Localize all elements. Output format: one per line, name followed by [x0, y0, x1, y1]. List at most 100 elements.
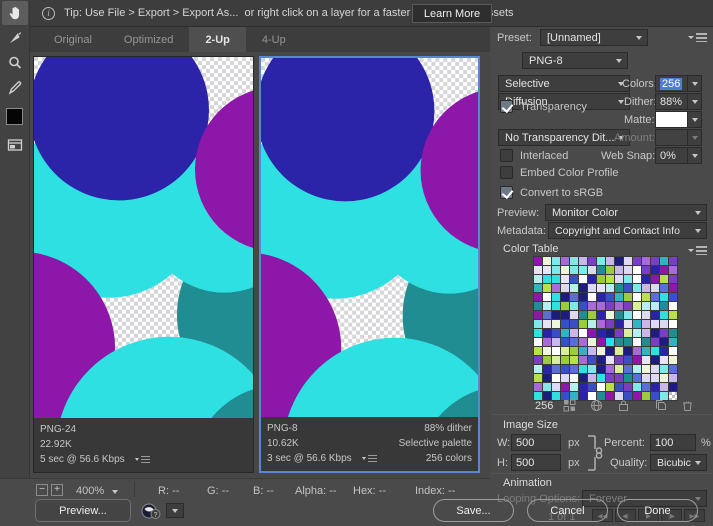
- color-swatch[interactable]: [615, 329, 623, 337]
- color-swatch[interactable]: [534, 311, 542, 319]
- color-swatch[interactable]: [570, 257, 578, 265]
- format-select[interactable]: PNG-8: [522, 52, 628, 69]
- color-swatch[interactable]: [552, 383, 560, 391]
- browser-select-dropdown[interactable]: [166, 503, 184, 518]
- color-swatch[interactable]: [534, 374, 542, 382]
- color-swatch[interactable]: [651, 266, 659, 274]
- color-swatch[interactable]: [615, 356, 623, 364]
- color-swatch[interactable]: [660, 338, 668, 346]
- color-swatch[interactable]: [624, 284, 632, 292]
- color-swatch[interactable]: [570, 293, 578, 301]
- color-swatch[interactable]: [624, 293, 632, 301]
- color-swatch[interactable]: [651, 374, 659, 382]
- color-swatch[interactable]: [561, 356, 569, 364]
- delete-color-icon[interactable]: [681, 399, 694, 415]
- color-swatch[interactable]: [543, 266, 551, 274]
- dither-algorithm-icon[interactable]: [563, 399, 576, 415]
- color-swatch[interactable]: [543, 329, 551, 337]
- color-swatch[interactable]: [579, 356, 587, 364]
- color-swatch[interactable]: [633, 374, 641, 382]
- color-swatch[interactable]: [561, 257, 569, 265]
- websnap-stepper[interactable]: [688, 147, 702, 164]
- color-swatch[interactable]: [597, 293, 605, 301]
- transparency-checkbox[interactable]: [500, 100, 513, 113]
- color-swatch[interactable]: [615, 311, 623, 319]
- color-swatch[interactable]: [651, 293, 659, 301]
- color-swatch[interactable]: [606, 347, 614, 355]
- color-swatch[interactable]: [543, 302, 551, 310]
- speed-menu-icon[interactable]: [134, 455, 150, 463]
- color-swatch[interactable]: [633, 284, 641, 292]
- color-swatch[interactable]: [633, 257, 641, 265]
- color-swatch[interactable]: [570, 302, 578, 310]
- color-swatch[interactable]: [642, 374, 650, 382]
- dither-stepper[interactable]: [688, 93, 702, 110]
- preview-pane-optimized[interactable]: PNG-8 10.62K 3 sec @ 56.6 Kbps 88% dithe…: [259, 56, 480, 473]
- color-swatch[interactable]: [660, 266, 668, 274]
- color-swatch[interactable]: [660, 257, 668, 265]
- color-swatch[interactable]: [615, 275, 623, 283]
- color-swatch[interactable]: [669, 374, 677, 382]
- color-swatch[interactable]: [606, 383, 614, 391]
- color-swatch[interactable]: [642, 329, 650, 337]
- color-swatch[interactable]: [570, 329, 578, 337]
- dither-combo[interactable]: 88%: [655, 93, 702, 110]
- color-swatch[interactable]: [552, 302, 560, 310]
- link-dimensions-icon[interactable]: [586, 434, 604, 475]
- color-swatch[interactable]: [660, 320, 668, 328]
- color-swatch[interactable]: [669, 320, 677, 328]
- color-swatch[interactable]: [606, 365, 614, 373]
- color-swatch[interactable]: [606, 356, 614, 364]
- color-swatch[interactable]: [669, 392, 677, 400]
- color-swatch[interactable]: [642, 284, 650, 292]
- color-swatch[interactable]: [660, 383, 668, 391]
- color-swatch[interactable]: [543, 284, 551, 292]
- color-swatch[interactable]: [579, 392, 587, 400]
- color-swatch[interactable]: [633, 338, 641, 346]
- color-swatch[interactable]: [597, 356, 605, 364]
- color-swatch[interactable]: [669, 347, 677, 355]
- color-swatch[interactable]: [597, 365, 605, 373]
- color-swatch[interactable]: [597, 275, 605, 283]
- color-swatch[interactable]: [597, 338, 605, 346]
- color-swatch[interactable]: [543, 338, 551, 346]
- color-swatch[interactable]: [597, 284, 605, 292]
- color-swatch[interactable]: [633, 302, 641, 310]
- lock-color-icon[interactable]: [617, 399, 630, 415]
- color-swatch[interactable]: [534, 365, 542, 373]
- color-swatch[interactable]: [633, 365, 641, 373]
- color-swatch[interactable]: [660, 356, 668, 364]
- color-swatch[interactable]: [669, 275, 677, 283]
- color-swatch[interactable]: [606, 275, 614, 283]
- color-swatch[interactable]: [561, 383, 569, 391]
- colors-stepper[interactable]: [688, 75, 702, 92]
- color-swatch[interactable]: [579, 275, 587, 283]
- color-swatch[interactable]: [624, 374, 632, 382]
- color-swatch[interactable]: [606, 311, 614, 319]
- color-swatch[interactable]: [624, 365, 632, 373]
- color-swatch[interactable]: [552, 293, 560, 301]
- color-swatch[interactable]: [597, 266, 605, 274]
- colors-combo[interactable]: 256: [655, 75, 702, 92]
- color-swatch[interactable]: [669, 257, 677, 265]
- color-swatch[interactable]: [543, 383, 551, 391]
- color-swatch[interactable]: [669, 302, 677, 310]
- color-swatch[interactable]: [561, 320, 569, 328]
- color-swatch[interactable]: [588, 347, 596, 355]
- color-swatch[interactable]: [633, 347, 641, 355]
- color-swatch[interactable]: [651, 329, 659, 337]
- preview-select[interactable]: Monitor Color: [545, 204, 707, 221]
- color-swatch[interactable]: [597, 311, 605, 319]
- color-swatch[interactable]: [570, 338, 578, 346]
- color-swatch[interactable]: [606, 338, 614, 346]
- eyedropper-tool[interactable]: [2, 76, 28, 100]
- color-swatch[interactable]: [642, 311, 650, 319]
- color-swatch[interactable]: [552, 266, 560, 274]
- matte-combo[interactable]: [655, 111, 702, 128]
- color-swatch[interactable]: [633, 383, 641, 391]
- matte-swatch[interactable]: [655, 111, 688, 128]
- color-swatch[interactable]: [642, 383, 650, 391]
- color-swatch[interactable]: [534, 338, 542, 346]
- color-swatch[interactable]: [579, 329, 587, 337]
- color-swatch[interactable]: [660, 293, 668, 301]
